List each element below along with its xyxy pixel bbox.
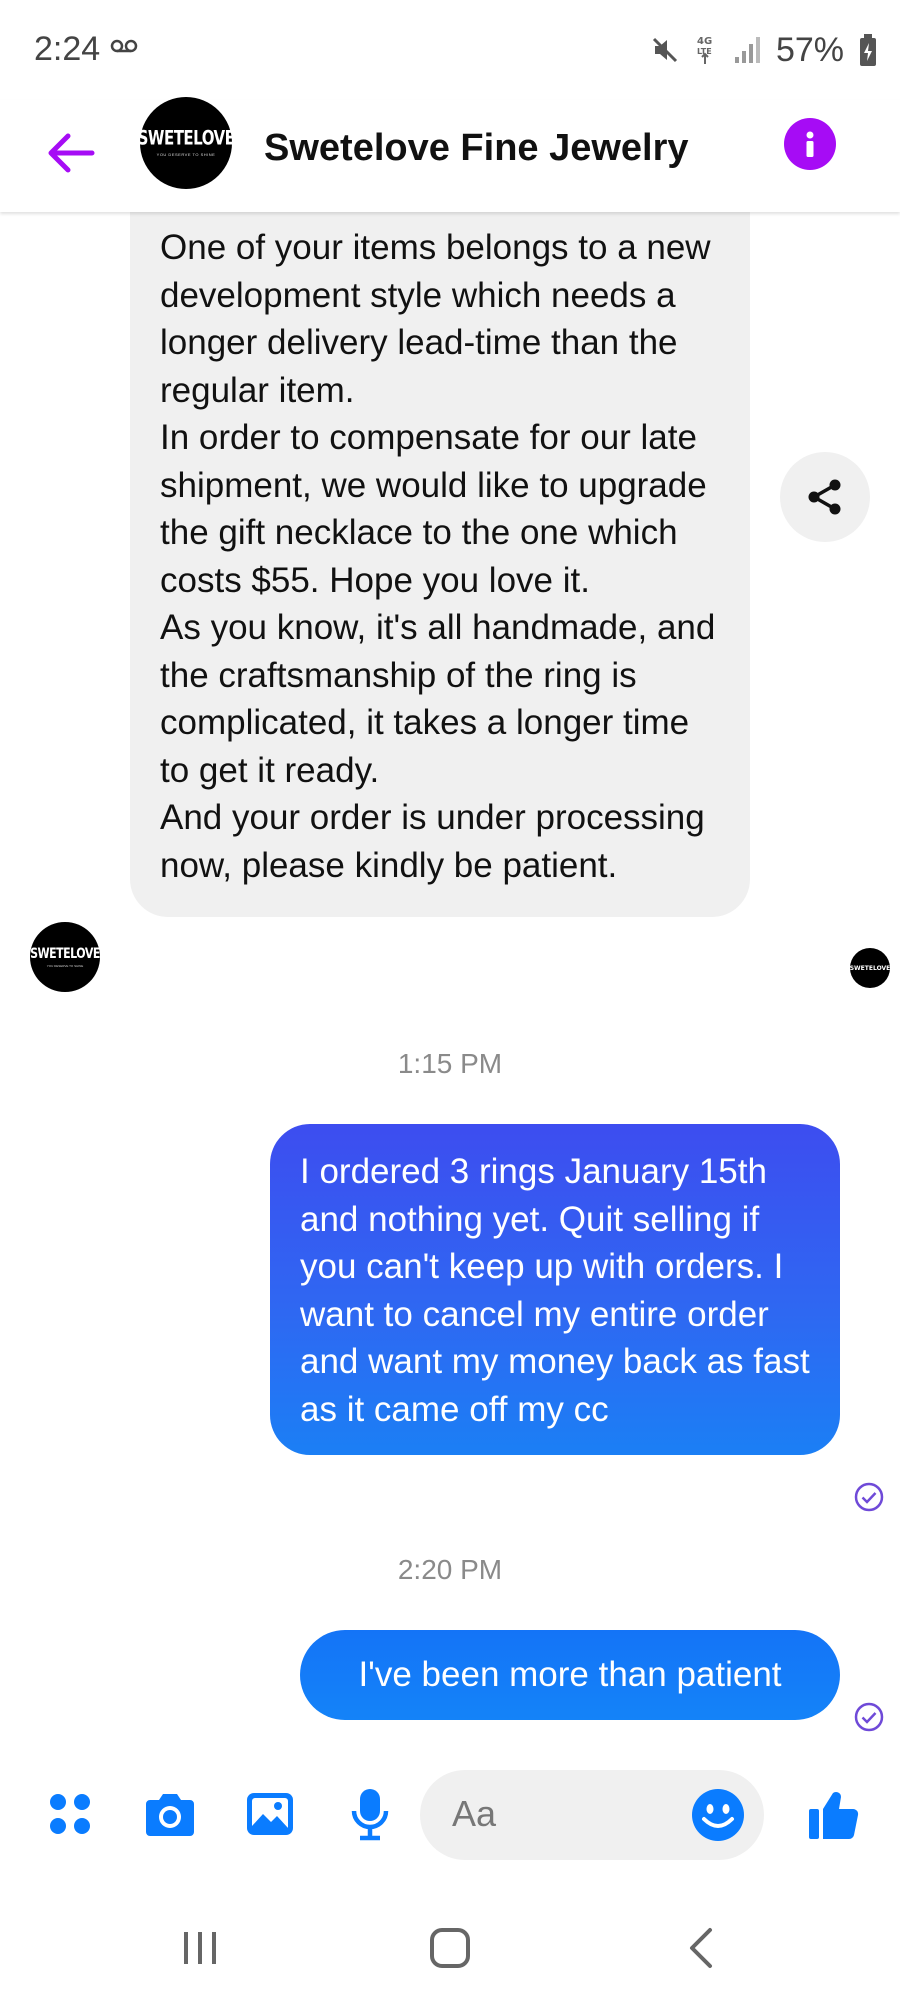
sender-avatar[interactable]: SWETELOVE YOU DESERVE TO SHINE: [30, 922, 100, 992]
camera-button[interactable]: [140, 1784, 200, 1844]
battery-icon: [860, 34, 876, 66]
microphone-icon: [351, 1789, 389, 1841]
contact-avatar[interactable]: SWETELOVE YOU DESERVE TO SHINE: [137, 97, 235, 189]
camera-icon: [146, 1794, 194, 1836]
seen-indicator-avatar: SWETELOVE: [850, 948, 890, 988]
apps-icon: [50, 1794, 90, 1834]
back-arrow-icon: [48, 133, 95, 173]
status-time: 2:24: [34, 30, 101, 68]
avatar-logo-text: SWETELOVE: [137, 126, 235, 150]
svg-text:4G: 4G: [697, 36, 712, 47]
incoming-message-line: As you know, it's all handmade, and the …: [160, 608, 716, 790]
voice-button[interactable]: [340, 1784, 400, 1844]
like-icon: [809, 1792, 859, 1840]
status-bar: 2:24 4G LTE 57%: [0, 0, 900, 100]
status-icons: 4G LTE 57%: [650, 28, 878, 72]
outgoing-message[interactable]: I ordered 3 rings January 15th and nothi…: [270, 1124, 840, 1455]
info-icon: [806, 131, 814, 157]
avatar-tagline: YOU DESERVE TO SHINE: [46, 963, 84, 968]
incoming-message-line: One of your items belongs to a new devel…: [160, 228, 711, 410]
info-button[interactable]: [784, 118, 836, 170]
avatar-logo-text: SWETELOVE: [30, 944, 100, 962]
incoming-message-line: In order to compensate for our late ship…: [160, 418, 707, 600]
home-icon: [430, 1928, 470, 1968]
message-timestamp: 2:20 PM: [397, 1554, 503, 1585]
signal-icon: [734, 37, 760, 63]
message-timestamp: 1:15 PM: [397, 1048, 503, 1079]
message-thread[interactable]: One of your items belongs to a new devel…: [0, 212, 900, 1762]
outgoing-message[interactable]: I've been more than patient: [300, 1630, 840, 1720]
chevron-left-icon: [690, 1928, 712, 1968]
gallery-icon: [247, 1793, 293, 1835]
message-input[interactable]: [450, 1792, 674, 1836]
avatar-logo-text: SWETELOVE: [849, 964, 891, 972]
home-button[interactable]: [420, 1918, 480, 1978]
message-input-container[interactable]: [420, 1770, 764, 1860]
avatar-tagline: YOU DESERVE TO SHINE: [156, 152, 216, 157]
recent-apps-icon: [184, 1932, 216, 1964]
like-button[interactable]: [804, 1784, 864, 1844]
system-back-button[interactable]: [672, 1918, 732, 1978]
share-icon: [808, 479, 841, 515]
incoming-message[interactable]: One of your items belongs to a new devel…: [130, 212, 750, 917]
share-button[interactable]: [780, 452, 870, 542]
delivered-check-icon: [854, 1482, 884, 1512]
network-icon: 4G LTE: [697, 36, 712, 64]
chat-header: SWETELOVE YOU DESERVE TO SHINE Swetelove…: [0, 97, 900, 212]
voicemail-icon: [110, 39, 138, 53]
delivered-check-icon: [854, 1702, 884, 1732]
apps-button[interactable]: [40, 1784, 100, 1844]
emoji-icon[interactable]: [690, 1787, 746, 1843]
system-navigation-bar: [0, 1890, 900, 2000]
back-button[interactable]: [44, 126, 98, 180]
mute-icon: [652, 37, 677, 63]
contact-name[interactable]: Swetelove Fine Jewelry: [264, 118, 689, 178]
message-composer: [0, 1762, 900, 1872]
gallery-button[interactable]: [240, 1784, 300, 1844]
battery-percent: 57%: [775, 30, 844, 69]
recent-apps-button[interactable]: [170, 1918, 230, 1978]
incoming-message-line: And your order is under processing now, …: [160, 798, 705, 885]
